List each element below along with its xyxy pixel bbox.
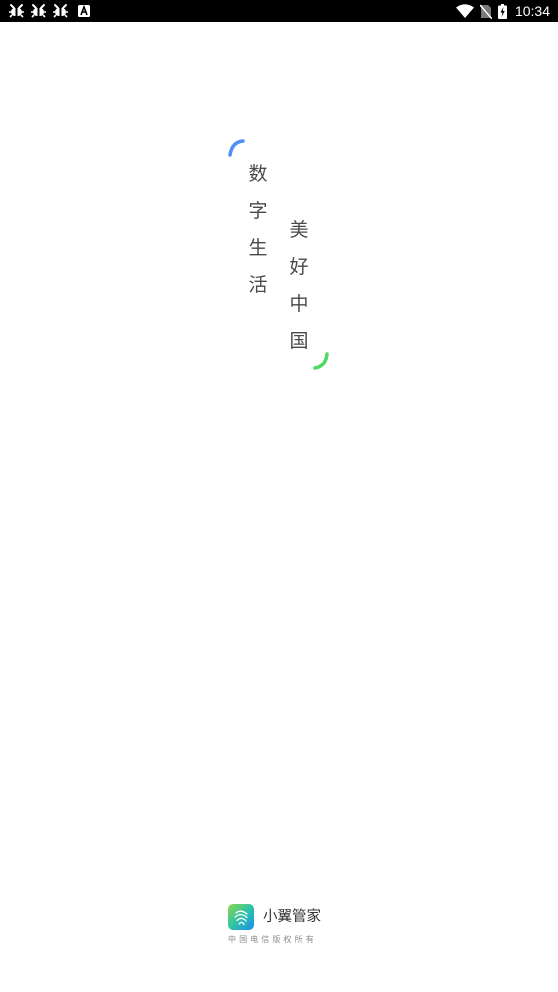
slogan-char: 字 [248,200,268,222]
slogan-right-column: 美 好 中 国 [288,212,310,360]
slogan-left-column: 数 字 生 活 [247,156,269,304]
slogan-char: 生 [248,237,268,259]
slogan-char: 中 [289,293,309,315]
top-arc [228,139,245,157]
no-sim-icon [479,4,492,19]
slogan-char: 数 [248,163,268,185]
notification-icons [8,0,90,22]
slogan-char: 国 [289,330,309,352]
clock: 10:34 [514,3,550,19]
battery-charging-icon [497,3,507,19]
bug-icon [31,4,46,18]
slogan-decoration [228,139,329,370]
wifi-icon [455,4,474,18]
bug-icon [9,4,24,18]
brand-footer: 小翼管家 中国电信版权所有 [228,904,338,948]
bug-icon [53,4,68,18]
system-icons: 10:34 [455,0,550,22]
status-bar: 10:34 [0,0,558,22]
slogan-char: 活 [248,274,268,296]
app-logo-icon [228,904,254,930]
slogan-char: 好 [289,256,309,278]
bottom-arc [313,352,329,370]
a-notification-icon [78,5,90,17]
splash-screen: 10:34 数 字 生 活 美 好 中 国 小翼管家 中国电信版权所有 [0,0,558,992]
app-name: 小翼管家 [263,909,321,925]
slogan-char: 美 [289,219,309,241]
copyright-text: 中国电信版权所有 [228,935,317,944]
slogan: 数 字 生 活 美 好 中 国 [224,136,334,376]
